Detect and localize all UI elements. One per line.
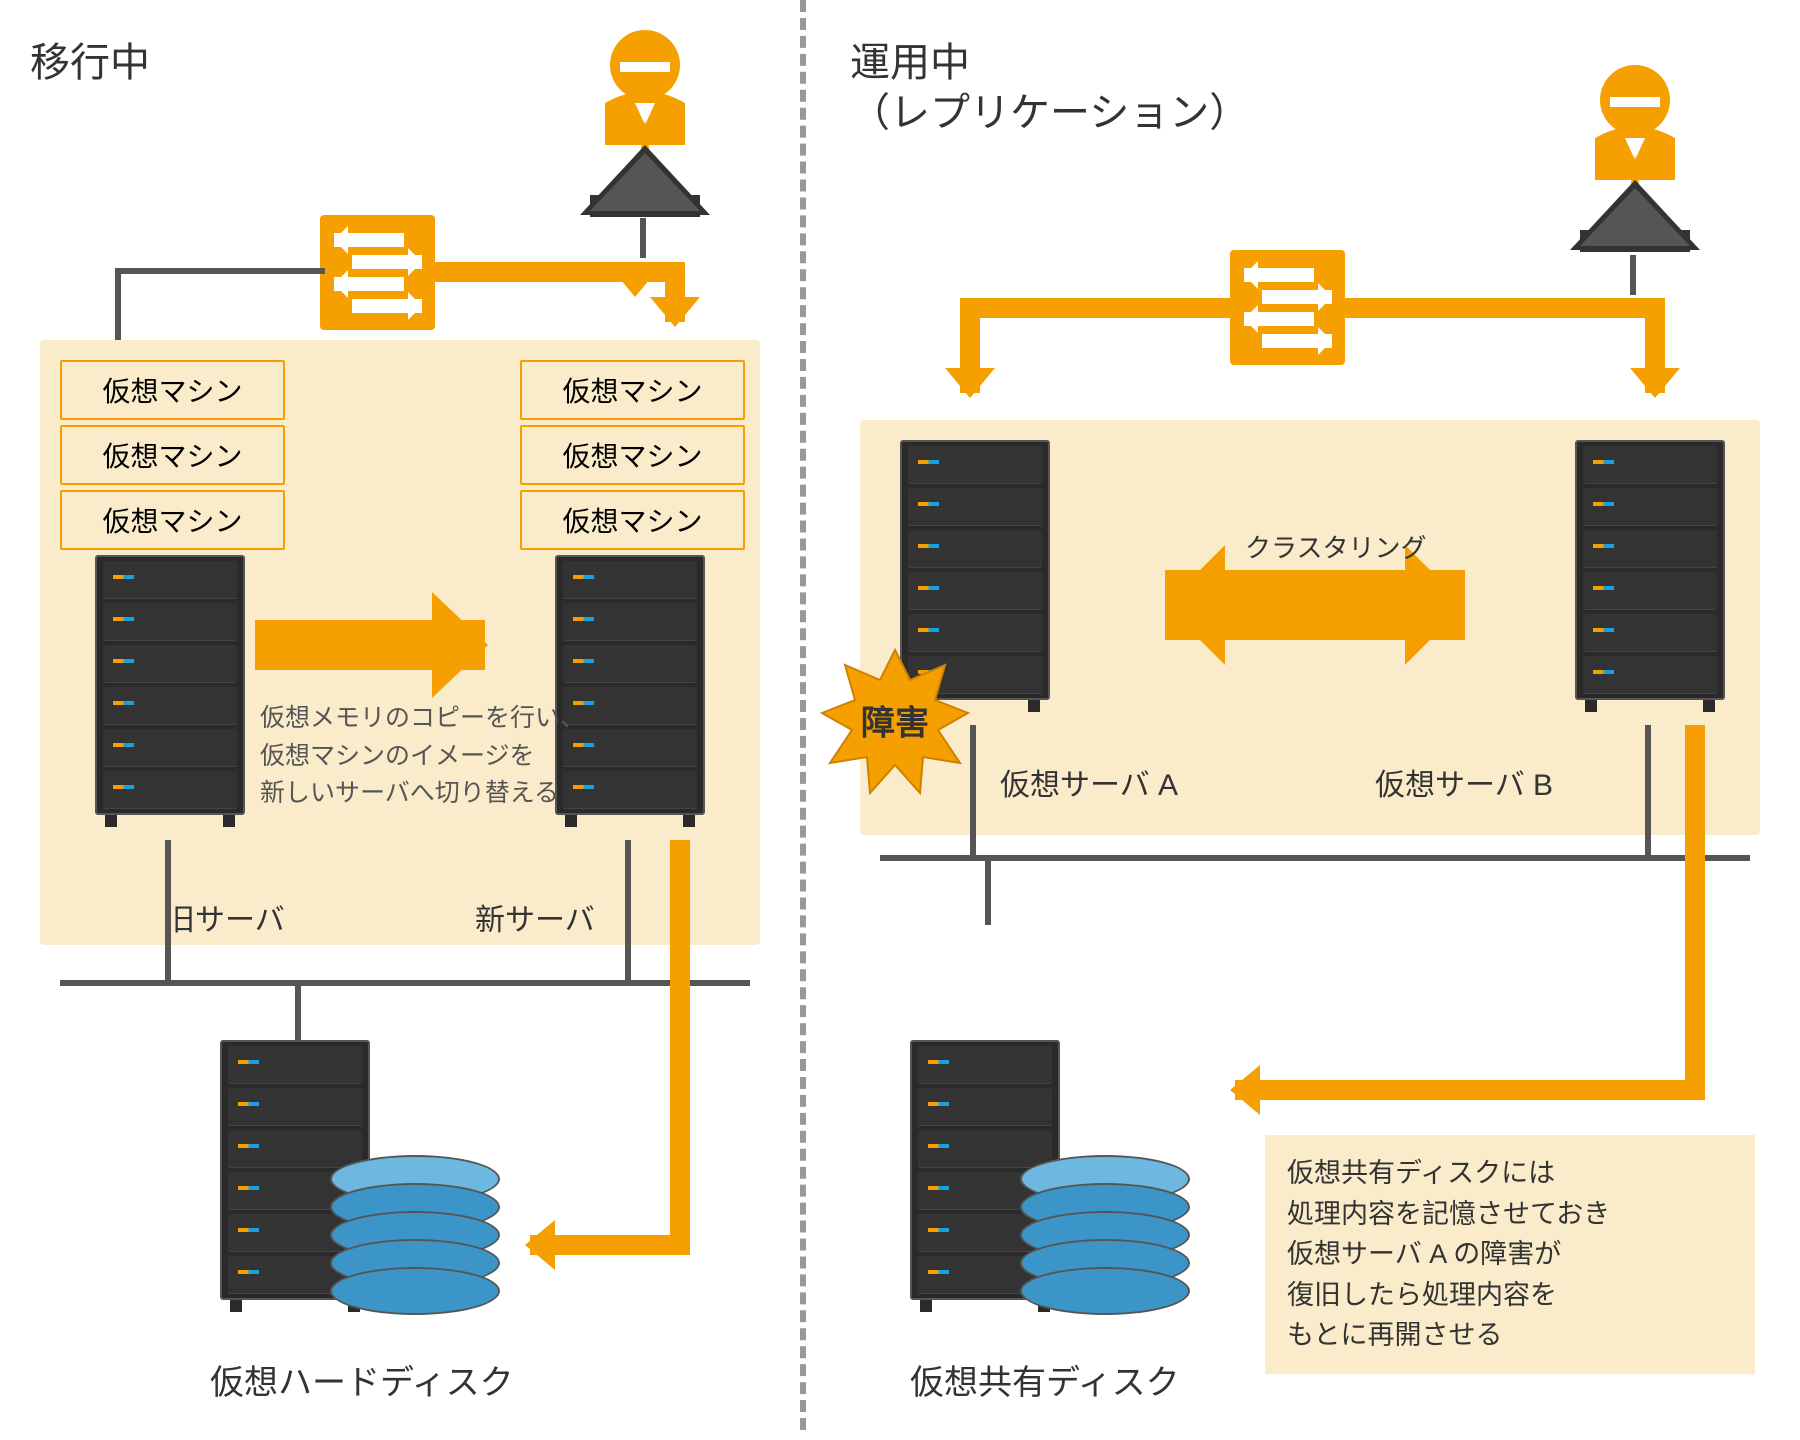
clustering-label: クラスタリング [1245, 530, 1426, 566]
user-icon [550, 25, 740, 225]
failure-badge: 障害 [820, 645, 970, 795]
vm-label: 仮想マシン [60, 490, 285, 550]
flow-arrow [665, 262, 685, 322]
server-b-icon [1575, 440, 1725, 715]
shared-disk-label: 仮想共有ディスク [910, 1360, 1180, 1408]
database-icon [330, 1155, 500, 1315]
connector-line [880, 855, 1750, 861]
connector-line [640, 218, 646, 258]
vm-label: 仮想マシン [520, 425, 745, 485]
flow-arrow [1645, 298, 1665, 393]
flow-arrow [530, 1235, 690, 1255]
flow-arrow [1345, 298, 1665, 318]
old-server-icon [95, 555, 245, 830]
flow-arrow [670, 1220, 690, 1255]
failure-text: 障害 [861, 696, 929, 745]
flow-arrow [1685, 725, 1705, 1085]
database-icon [1020, 1155, 1190, 1315]
connector-line [115, 268, 325, 274]
switch-icon [320, 215, 435, 330]
connector-line [625, 840, 631, 980]
right-title-2: （レプリケーション） [850, 80, 1249, 138]
connector-line [165, 840, 171, 980]
old-server-label: 旧サーバ [165, 895, 285, 939]
flow-arrow [670, 840, 690, 1240]
connector-line [295, 980, 301, 1040]
user-icon [1540, 60, 1730, 260]
server-b-label: 仮想サーバ B [1375, 760, 1553, 804]
connector-line [985, 855, 991, 925]
clustering-arrow [1165, 570, 1465, 640]
flow-arrow [1235, 1080, 1705, 1100]
panel-divider [800, 0, 806, 1430]
flow-arrow [960, 298, 1235, 318]
callout-box: 仮想共有ディスクには 処理内容を記憶させておき 仮想サーバ A の障害が 復旧し… [1265, 1135, 1755, 1374]
migration-arrow [255, 620, 485, 670]
connector-line [115, 268, 121, 348]
disk-label: 仮想ハードディスク [210, 1360, 514, 1408]
vm-label: 仮想マシン [60, 360, 285, 420]
flow-arrow [960, 298, 980, 393]
vm-label: 仮想マシン [520, 360, 745, 420]
connector-line [970, 725, 976, 855]
left-panel: 移行中 仮想マシン 仮想マシン 仮想マシン 仮想マシン 仮想マシン 仮想マ [0, 0, 780, 1440]
left-title: 移行中 [30, 30, 150, 88]
vm-label: 仮想マシン [520, 490, 745, 550]
connector-line [1645, 725, 1651, 855]
server-a-label: 仮想サーバ A [1000, 760, 1178, 804]
right-panel: 運用中 （レプリケーション） [830, 0, 1790, 1440]
switch-icon [1230, 250, 1345, 365]
new-server-label: 新サーバ [475, 895, 595, 939]
flow-arrow [1685, 1065, 1705, 1100]
vm-label: 仮想マシン [60, 425, 285, 485]
connector-line [1630, 255, 1636, 295]
migration-description: 仮想メモリのコピーを行い、 仮想マシンのイメージを 新しいサーバへ切り替える [260, 700, 585, 813]
connector-line [60, 980, 750, 986]
